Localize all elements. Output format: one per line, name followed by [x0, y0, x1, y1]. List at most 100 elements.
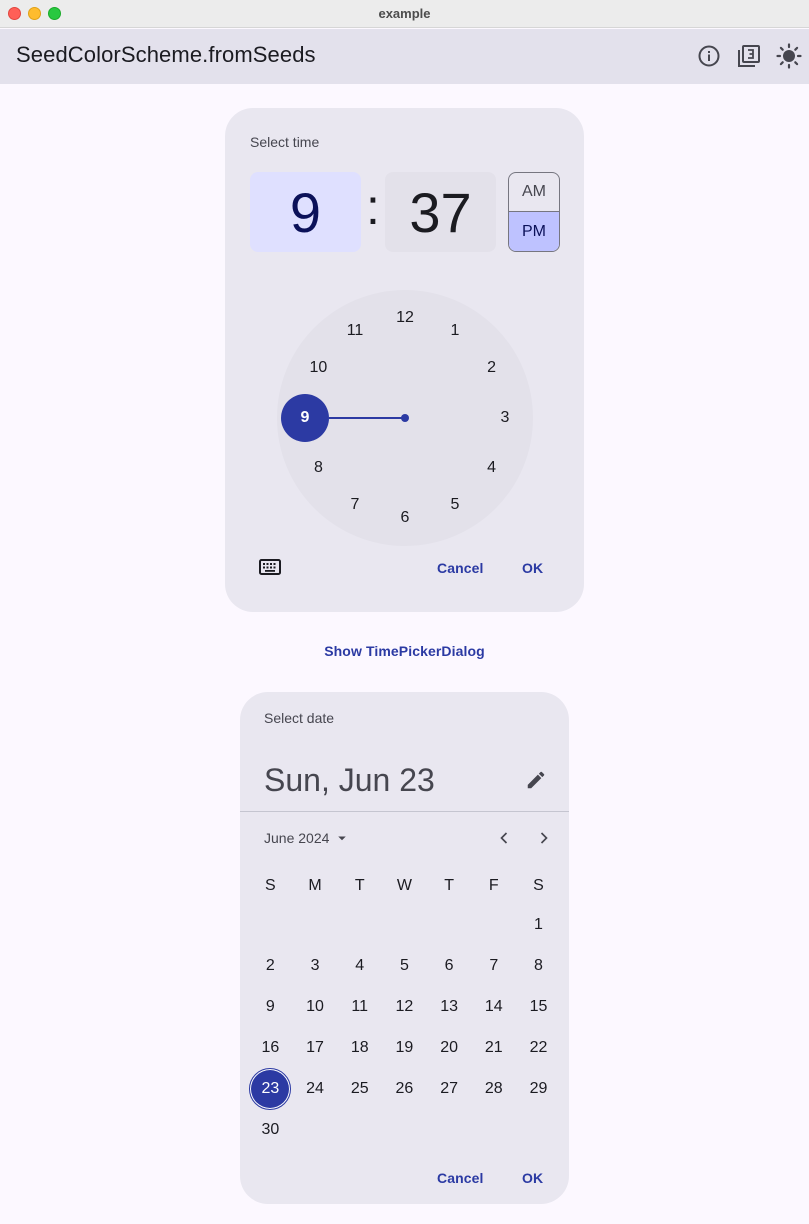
dial-number-1[interactable]: 1 [439, 320, 471, 342]
calendar-day[interactable]: 8 [516, 946, 561, 986]
calendar-day[interactable]: 4 [337, 946, 382, 986]
edit-date-button[interactable] [522, 766, 550, 794]
calendar-day[interactable]: 29 [516, 1069, 561, 1109]
app-bar: SeedColorScheme.fromSeeds [0, 29, 809, 84]
dial-number-10[interactable]: 10 [302, 357, 334, 379]
calendar-day[interactable]: 26 [382, 1069, 427, 1109]
calendar-day-label: 20 [440, 1039, 458, 1056]
calendar-day[interactable]: 14 [471, 987, 516, 1027]
calendar-week-row: 23 24 25 26 27 28 29 [248, 1068, 561, 1110]
calendar-empty-cell [382, 1110, 427, 1150]
calendar-day[interactable]: 15 [516, 987, 561, 1027]
filter-3-button[interactable] [734, 41, 764, 71]
calendar-day[interactable]: 9 [248, 987, 293, 1027]
dial-number-12[interactable]: 12 [389, 307, 421, 329]
hour-field[interactable]: 9 [250, 172, 361, 252]
calendar-empty-cell [471, 905, 516, 945]
calendar-week-row: 1 [248, 905, 561, 945]
calendar-day[interactable]: 27 [427, 1069, 472, 1109]
calendar-empty-cell [471, 1110, 516, 1150]
dial-number-3[interactable]: 3 [489, 407, 521, 429]
filter-3-icon [738, 45, 760, 67]
dial-number-7[interactable]: 7 [339, 494, 371, 516]
calendar-day[interactable]: 24 [293, 1069, 338, 1109]
calendar-day[interactable]: 1 [516, 905, 561, 945]
date-ok-button[interactable]: OK [522, 1170, 543, 1186]
info-icon [698, 45, 720, 67]
calendar-day-label: 16 [261, 1039, 280, 1056]
info-button[interactable] [694, 41, 724, 71]
dial-number-11[interactable]: 11 [339, 320, 371, 342]
calendar-day-label: 7 [489, 957, 499, 974]
calendar-day-label: 26 [395, 1080, 414, 1097]
calendar-day-label: 23 [249, 1068, 292, 1110]
calendar-day-label: 30 [261, 1121, 280, 1138]
weekday-label: S [533, 877, 544, 894]
calendar-day[interactable]: 17 [293, 1028, 338, 1068]
show-time-picker-dialog-button[interactable]: Show TimePickerDialog [0, 643, 809, 659]
dial-number-9[interactable]: 9 [289, 407, 321, 429]
theme-toggle-button[interactable] [774, 41, 804, 71]
calendar-day[interactable]: 18 [337, 1028, 382, 1068]
calendar-day[interactable]: 3 [293, 946, 338, 986]
am-button[interactable]: AM [509, 173, 559, 212]
clock-dial[interactable]: 12 1 2 3 4 5 6 7 8 9 10 11 [277, 290, 533, 546]
brightness-icon [776, 43, 802, 69]
calendar-day[interactable]: 21 [471, 1028, 516, 1068]
time-cancel-button[interactable]: Cancel [437, 560, 484, 576]
calendar-day[interactable]: 16 [248, 1028, 293, 1068]
calendar-day[interactable]: 11 [337, 987, 382, 1027]
calendar-day-label: 14 [484, 998, 503, 1015]
dial-number-6[interactable]: 6 [389, 507, 421, 529]
header-divider [240, 811, 569, 812]
time-separator: : [366, 179, 380, 235]
time-ok-button[interactable]: OK [522, 560, 543, 576]
calendar-day[interactable]: 13 [427, 987, 472, 1027]
next-month-button[interactable] [532, 826, 556, 850]
calendar-day-label: 6 [444, 957, 454, 974]
calendar-day[interactable]: 7 [471, 946, 516, 986]
calendar-day[interactable]: 20 [427, 1028, 472, 1068]
calendar-day[interactable]: 19 [382, 1028, 427, 1068]
calendar-day-label: 24 [306, 1080, 324, 1097]
calendar-empty-cell [293, 905, 338, 945]
calendar-day-label: 3 [310, 957, 320, 974]
weekday-label: T [354, 877, 365, 894]
calendar-day[interactable]: 25 [337, 1069, 382, 1109]
calendar-day[interactable]: 6 [427, 946, 472, 986]
calendar-day-label: 17 [306, 1039, 324, 1056]
dial-number-8[interactable]: 8 [302, 457, 334, 479]
calendar-day[interactable]: 30 [248, 1110, 293, 1150]
date-picker-label: Select date [264, 710, 335, 726]
previous-month-button[interactable] [492, 826, 516, 850]
month-year-selector[interactable]: June 2024 [264, 829, 351, 847]
minute-field[interactable]: 37 [385, 172, 496, 252]
calendar-day-label: 28 [484, 1080, 503, 1097]
dial-number-2[interactable]: 2 [476, 357, 508, 379]
calendar-week-row: 9 10 11 12 13 14 15 [248, 987, 561, 1027]
calendar-day-label: 12 [395, 998, 414, 1015]
dial-number-4[interactable]: 4 [476, 457, 508, 479]
calendar-day-selected[interactable]: 23 [248, 1068, 293, 1110]
dropdown-arrow-icon [338, 836, 347, 841]
calendar-day-label: 4 [355, 957, 365, 974]
time-picker-card: Select time 9 : 37 AM PM 12 1 2 3 4 5 6 7 8 9 10 11… [225, 108, 584, 612]
calendar-day-label: 9 [265, 998, 275, 1015]
calendar-week-row: 16 17 18 19 20 21 22 [248, 1028, 561, 1068]
calendar-day[interactable]: 2 [248, 946, 293, 986]
date-cancel-button[interactable]: Cancel [437, 1170, 484, 1186]
calendar-day-label: 21 [484, 1039, 503, 1056]
calendar-day-label: 8 [534, 957, 543, 974]
calendar-day[interactable]: 28 [471, 1069, 516, 1109]
dial-number-5[interactable]: 5 [439, 494, 471, 516]
calendar-empty-cell [516, 1110, 561, 1150]
calendar-day-label: 18 [350, 1039, 369, 1056]
keyboard-input-button[interactable] [255, 554, 285, 580]
calendar-week-row: 30 [248, 1110, 561, 1150]
calendar-day[interactable]: 22 [516, 1028, 561, 1068]
calendar-day[interactable]: 5 [382, 946, 427, 986]
calendar-day[interactable]: 10 [293, 987, 338, 1027]
calendar-day-label: 15 [529, 998, 548, 1015]
pm-button[interactable]: PM [509, 212, 559, 251]
calendar-day[interactable]: 12 [382, 987, 427, 1027]
